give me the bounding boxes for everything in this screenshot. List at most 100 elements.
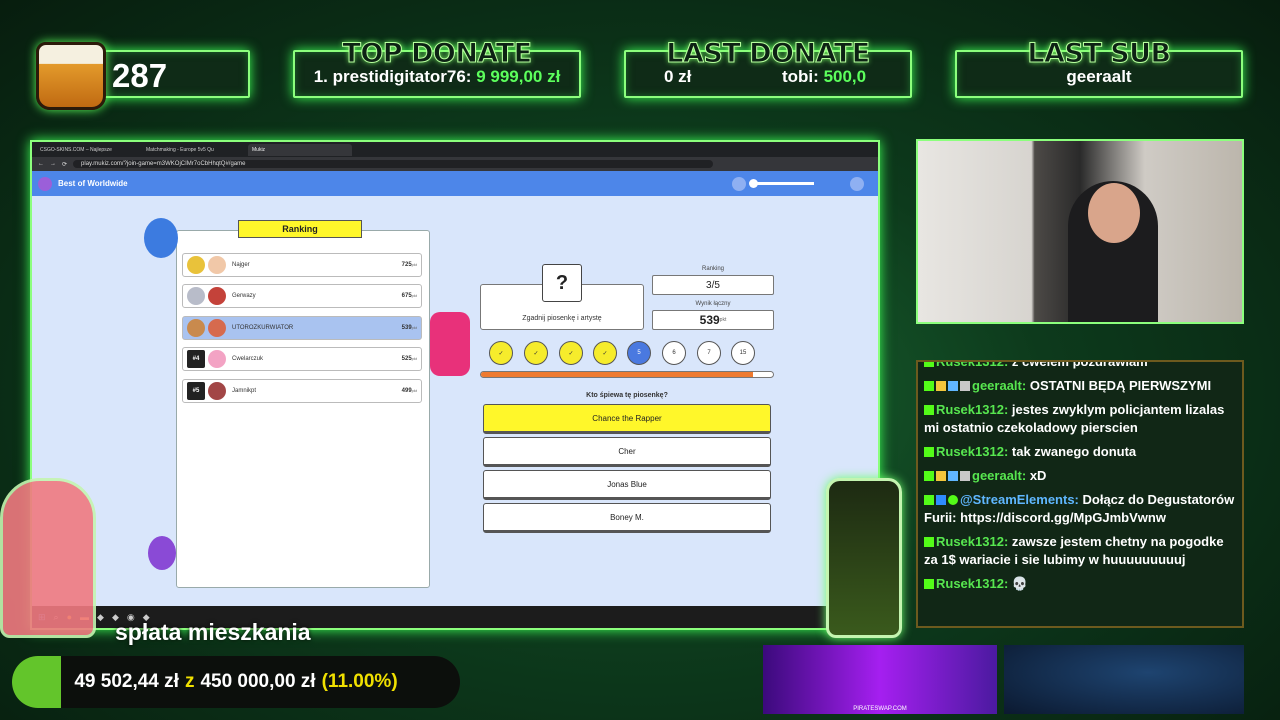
- tab-mukiz[interactable]: Mukiz: [248, 143, 352, 156]
- rank-position: #5: [187, 382, 205, 400]
- goal-sep: z: [184, 671, 195, 692]
- ranking-title: Ranking: [238, 220, 362, 238]
- chat-message: Rusek1312: z cwelem pozdrawiam: [924, 360, 1236, 371]
- app-header: Best of Worldwide: [32, 171, 878, 196]
- sub-badge-icon: [948, 381, 958, 391]
- ranking-row: Gerwazy 675pkt: [182, 284, 422, 308]
- app-logo-icon: [38, 176, 52, 191]
- round-dot: ✓: [489, 341, 513, 365]
- trophy-icon: [430, 312, 470, 376]
- answer-button[interactable]: Boney M.: [483, 503, 771, 533]
- round-dot: ✓: [593, 341, 617, 365]
- answer-button[interactable]: Chance the Rapper: [483, 404, 771, 434]
- goal-target: 450 000,00 zł: [200, 671, 316, 692]
- medal-silver-icon: [187, 287, 205, 305]
- reload-icon[interactable]: ⟳: [62, 161, 67, 168]
- player-score: 675: [401, 293, 412, 299]
- rank-position: #4: [187, 350, 205, 368]
- player-score: 525: [401, 356, 412, 362]
- chat-message: geeraalt: xD: [924, 467, 1236, 485]
- tab-matchmaking[interactable]: Matchmaking - Europe 5v5 Qu: [142, 144, 246, 156]
- settings-icon[interactable]: [850, 176, 864, 191]
- chat-message: geeraalt: OSTATNI BĘDĄ PIERWSZYMI: [924, 377, 1236, 395]
- round-dot: ✓: [524, 341, 548, 365]
- chat-message: Rusek1312: jestes zwyklym policjantem li…: [924, 401, 1236, 437]
- flamingo-icon: [0, 478, 96, 638]
- answer-button[interactable]: Cher: [483, 437, 771, 467]
- avatar: [208, 350, 226, 368]
- top-donate-title: TOP DONATE: [342, 38, 533, 70]
- last-donate-amount: 500,0: [823, 67, 867, 86]
- tab-bar: CSGO-SKINS.COM – Najlepsze Matchmaking -…: [32, 142, 878, 157]
- chat-username: Rusek1312:: [936, 360, 1009, 369]
- chat-message: Rusek1312: 💀: [924, 575, 1236, 593]
- kick-badge-icon: [924, 579, 934, 589]
- verified-badge-icon: [948, 495, 958, 505]
- round-dot: ✓: [559, 341, 583, 365]
- last-donate-name: tobi:: [782, 67, 819, 86]
- kick-badge-icon: [924, 405, 934, 415]
- avatar: [208, 382, 226, 400]
- avatar: [208, 256, 226, 274]
- last-donate-box: LAST DONATE 0 zł tobi: 500,0: [624, 38, 912, 98]
- app-icon[interactable]: ◆: [97, 612, 104, 623]
- back-icon[interactable]: ←: [38, 161, 44, 167]
- chat-username: Rusek1312:: [936, 444, 1009, 459]
- round-dot-current: 5: [627, 341, 651, 365]
- top-donate-amount: 9 999,00 zł: [476, 67, 561, 86]
- tab-csgo-skins[interactable]: CSGO-SKINS.COM – Najlepsze: [36, 144, 140, 156]
- volume-icon[interactable]: [732, 176, 746, 191]
- last-donate-tail: 0 zł: [664, 67, 692, 86]
- ranking-row: #4 Cwelarczuk 525pkt: [182, 347, 422, 371]
- mascot-creature-icon: [144, 218, 178, 258]
- webcam-feed: [916, 139, 1244, 324]
- round-dot: 7: [697, 341, 721, 365]
- ranking-row: #5 Jamnikpt 499pkt: [182, 379, 422, 403]
- kick-badge-icon: [924, 362, 934, 367]
- last-donate-title: LAST DONATE: [666, 38, 871, 70]
- unit-label: pkt: [411, 293, 417, 298]
- unit-label: pkt: [719, 317, 727, 323]
- timer-bar-fill: [481, 372, 753, 377]
- kick-badge-icon: [924, 537, 934, 547]
- streamer-head: [1088, 183, 1140, 243]
- address-bar: ← → ⟳ play.mukiz.com/?join-game=m3WKOjCIMr…: [32, 157, 878, 171]
- chat-username: @StreamElements:: [960, 492, 1079, 507]
- ranking-row-current: UTOROZKURWIATOR 539pkt: [182, 316, 422, 340]
- rank-label: Ranking: [701, 266, 724, 272]
- url-field[interactable]: play.mukiz.com/?join-game=m3WKOjCIMr7oCb…: [73, 160, 714, 168]
- kick-badge-icon: [924, 495, 934, 505]
- player-name: Jamnikpt: [232, 388, 257, 394]
- last-sub-box: LAST SUB geeraalt: [955, 38, 1243, 98]
- unit-label: pkt: [411, 388, 417, 393]
- total-label: Wynik łączny: [695, 301, 731, 307]
- avatar: [208, 287, 226, 305]
- answer-button[interactable]: Jonas Blue: [483, 470, 771, 500]
- question-text: Kto śpiewa tę piosenkę?: [586, 392, 668, 399]
- timer-bar: [480, 371, 774, 378]
- player-name: Gerwazy: [232, 293, 256, 299]
- app-title: Best of Worldwide: [58, 179, 128, 188]
- sub-badge-icon: [948, 471, 958, 481]
- chat-text: tak zwanego donuta: [1011, 444, 1137, 459]
- chat-username: Rusek1312:: [936, 402, 1009, 417]
- player-name: Cwelarczuk: [232, 356, 264, 362]
- ad-banner: PIRATESWAP.COM: [763, 645, 997, 714]
- chat-panel: Rusek1312: z cwelem pozdrawiam geeraalt:…: [916, 360, 1244, 628]
- forward-icon[interactable]: →: [50, 161, 56, 167]
- unit-label: pkt: [411, 262, 417, 267]
- chat-message: Rusek1312: zawsze jestem chetny na pogod…: [924, 533, 1236, 569]
- crown-badge-icon: [936, 381, 946, 391]
- volume-slider[interactable]: [749, 179, 814, 188]
- chat-username: geeraalt:: [972, 378, 1027, 393]
- medal-gold-icon: [187, 256, 205, 274]
- hint-text: Zgadnij piosenkę i artystę: [522, 315, 602, 322]
- unit-label: pkt: [411, 325, 417, 330]
- kick-badge-icon: [924, 447, 934, 457]
- goal-label: 49 502,44 zł z 450 000,00 zł (11.00%): [12, 656, 460, 708]
- medal-bronze-icon: [187, 319, 205, 337]
- chat-username: Rusek1312:: [936, 534, 1009, 549]
- last-sub-name: geeraalt: [1066, 67, 1132, 86]
- chat-username: geeraalt:: [972, 468, 1027, 483]
- gift-badge-icon: [960, 381, 970, 391]
